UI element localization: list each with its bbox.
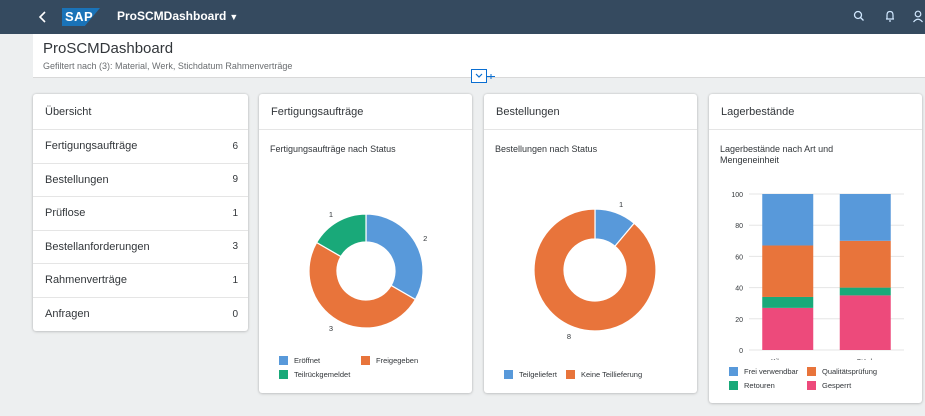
- y-tick-label: 0: [739, 348, 743, 355]
- legend-swatch: [566, 370, 575, 379]
- stock-chart-subtitle: Lagerbestände nach Art und Mengeneinheit: [720, 144, 834, 165]
- sap-logo-text: SAP: [65, 9, 94, 24]
- pie-slice[interactable]: [533, 208, 657, 332]
- y-tick-label: 20: [735, 317, 743, 324]
- back-icon[interactable]: [36, 8, 50, 26]
- production-orders-donut-chart: 2 3 1: [308, 210, 427, 333]
- app-title-menu[interactable]: ProSCMDashboard ▼: [117, 9, 238, 23]
- legend-label: Frei verwendbar: [744, 367, 799, 376]
- data-label: 1: [329, 210, 333, 219]
- expand-header-button[interactable]: [471, 69, 487, 83]
- list-item[interactable]: Anfragen 0: [33, 298, 248, 332]
- stock-card-title: Lagerbestände: [709, 94, 922, 130]
- bar-segment[interactable]: [762, 307, 814, 350]
- production-orders-card[interactable]: Fertigungsaufträge Fertigungsaufträge na…: [259, 94, 472, 393]
- list-item-count: 6: [232, 140, 238, 152]
- list-item-count: 1: [232, 207, 238, 219]
- legend-item[interactable]: Teilrückgemeldet: [279, 370, 350, 379]
- list-item[interactable]: Prüflose 1: [33, 197, 248, 231]
- legend-label: Keine Teillieferung: [581, 370, 643, 379]
- bar-segment[interactable]: [762, 296, 814, 308]
- bar-segment[interactable]: [839, 287, 891, 296]
- sap-logo[interactable]: SAP: [62, 8, 100, 26]
- list-item-label: Rahmenverträge: [45, 274, 127, 287]
- overview-card-title: Übersicht: [33, 94, 248, 130]
- bar-segment[interactable]: [762, 194, 814, 246]
- legend-item[interactable]: Teilgeliefert: [504, 370, 557, 379]
- y-tick-label: 40: [735, 286, 743, 293]
- legend-item[interactable]: Freigegeben: [361, 356, 418, 365]
- legend-label: Eröffnet: [294, 356, 321, 365]
- legend-swatch: [729, 367, 738, 376]
- list-item-label: Anfragen: [45, 308, 90, 321]
- legend-label: Retouren: [744, 381, 775, 390]
- page-title: ProSCMDashboard: [43, 40, 174, 57]
- legend-label: Freigegeben: [376, 356, 419, 365]
- legend-swatch: [807, 381, 816, 390]
- app-title: ProSCMDashboard: [117, 9, 227, 23]
- list-item[interactable]: Rahmenverträge 1: [33, 264, 248, 298]
- legend-item[interactable]: Qualitätsprüfung: [807, 367, 877, 376]
- list-item-count: 1: [232, 274, 238, 286]
- legend-swatch: [504, 370, 513, 379]
- x-tick-label: Stück: [856, 359, 874, 360]
- y-tick-label: 60: [735, 254, 743, 261]
- bar-segment[interactable]: [839, 295, 891, 350]
- data-label: 8: [567, 332, 571, 341]
- bar-segment[interactable]: [839, 240, 891, 288]
- list-item-label: Fertigungsaufträge: [45, 140, 138, 153]
- list-item-label: Prüflose: [45, 207, 86, 220]
- legend-label: Qualitätsprüfung: [822, 367, 878, 376]
- legend-label: Gesperrt: [822, 381, 852, 390]
- legend-swatch: [279, 370, 288, 379]
- x-tick-label: Kilogramm: [771, 359, 805, 360]
- bell-icon[interactable]: [883, 9, 897, 25]
- legend-label: Teilgeliefert: [519, 370, 557, 379]
- list-item-label: Bestellanforderungen: [45, 240, 150, 253]
- list-item[interactable]: Fertigungsaufträge 6: [33, 130, 248, 164]
- production-orders-card-title: Fertigungsaufträge: [259, 94, 472, 130]
- list-item-count: 9: [232, 174, 238, 186]
- purchase-orders-chart-subtitle: Bestellungen nach Status: [495, 144, 598, 154]
- legend-item[interactable]: Gesperrt: [807, 381, 851, 390]
- list-item-count: 0: [232, 308, 238, 320]
- bar-segment[interactable]: [839, 194, 891, 241]
- stock-card[interactable]: Lagerbestände Lagerbestände nach Art und…: [709, 94, 922, 403]
- search-icon[interactable]: [852, 9, 866, 25]
- legend-item[interactable]: Keine Teillieferung: [566, 370, 642, 379]
- data-label: 1: [619, 200, 623, 209]
- legend-swatch: [807, 367, 816, 376]
- legend-item[interactable]: Eröffnet: [279, 356, 320, 365]
- legend-swatch: [729, 381, 738, 390]
- filter-summary: Gefiltert nach (3): Material, Werk, Stic…: [43, 61, 293, 71]
- list-item-count: 3: [232, 241, 238, 253]
- pie-slice[interactable]: [365, 213, 424, 301]
- list-item[interactable]: Bestellungen 9: [33, 164, 248, 197]
- legend-swatch: [279, 356, 288, 365]
- chevron-down-icon: [475, 73, 483, 78]
- legend-swatch: [361, 356, 370, 365]
- caret-down-icon: ▼: [229, 12, 239, 22]
- legend-label: Teilrückgemeldet: [294, 370, 351, 379]
- bar-segment[interactable]: [762, 245, 814, 297]
- overview-card: Übersicht Fertigungsaufträge 6 Bestellung…: [33, 94, 248, 331]
- data-label: 3: [329, 324, 333, 333]
- pin-icon[interactable]: [487, 74, 495, 79]
- y-tick-label: 80: [735, 223, 743, 230]
- list-item-label: Bestellungen: [45, 173, 109, 186]
- production-orders-chart-subtitle: Fertigungsaufträge nach Status: [270, 144, 396, 154]
- purchase-orders-card-title: Bestellungen: [484, 94, 697, 130]
- shell-bar: SAP ProSCMDashboard ▼: [0, 0, 925, 34]
- list-item[interactable]: Bestellanforderungen 3: [33, 231, 248, 264]
- stock-stacked-bar-chart: 0 20 40 60 80 100 Kilogramm Stück: [731, 192, 904, 360]
- data-label: 2: [423, 234, 427, 243]
- y-tick-label: 100: [731, 192, 743, 199]
- overview-list: Fertigungsaufträge 6 Bestellungen 9 Prüflo…: [33, 130, 248, 331]
- legend-item[interactable]: Frei verwendbar: [729, 367, 798, 376]
- user-icon[interactable]: [911, 9, 925, 25]
- legend-item[interactable]: Retouren: [729, 381, 775, 390]
- purchase-orders-donut-chart: 18: [533, 200, 657, 341]
- purchase-orders-card[interactable]: Bestellungen Bestellungen nach Status 18…: [484, 94, 697, 393]
